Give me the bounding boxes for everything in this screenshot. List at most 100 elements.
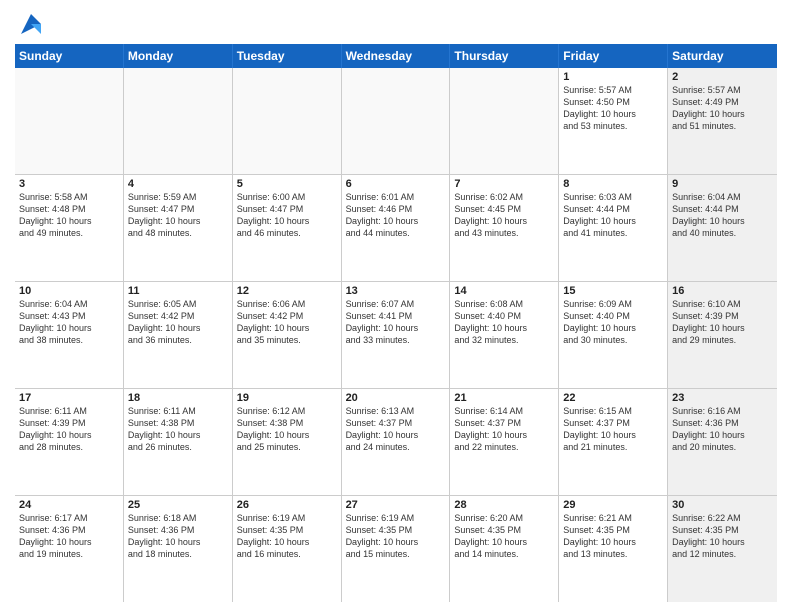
calendar-cell: 8Sunrise: 6:03 AM Sunset: 4:44 PM Daylig… — [559, 175, 668, 281]
day-info: Sunrise: 6:15 AM Sunset: 4:37 PM Dayligh… — [563, 405, 663, 454]
calendar-cell: 29Sunrise: 6:21 AM Sunset: 4:35 PM Dayli… — [559, 496, 668, 602]
day-info: Sunrise: 6:04 AM Sunset: 4:44 PM Dayligh… — [672, 191, 773, 240]
day-number: 22 — [563, 392, 663, 404]
logo — [15, 10, 45, 38]
day-number: 2 — [672, 71, 773, 83]
calendar-cell: 17Sunrise: 6:11 AM Sunset: 4:39 PM Dayli… — [15, 389, 124, 495]
day-number: 20 — [346, 392, 446, 404]
calendar-row: 1Sunrise: 5:57 AM Sunset: 4:50 PM Daylig… — [15, 68, 777, 175]
day-info: Sunrise: 6:11 AM Sunset: 4:39 PM Dayligh… — [19, 405, 119, 454]
calendar-body: 1Sunrise: 5:57 AM Sunset: 4:50 PM Daylig… — [15, 68, 777, 602]
day-info: Sunrise: 6:18 AM Sunset: 4:36 PM Dayligh… — [128, 512, 228, 561]
day-number: 14 — [454, 285, 554, 297]
day-info: Sunrise: 6:07 AM Sunset: 4:41 PM Dayligh… — [346, 298, 446, 347]
day-number: 13 — [346, 285, 446, 297]
day-number: 18 — [128, 392, 228, 404]
day-number: 26 — [237, 499, 337, 511]
day-number: 15 — [563, 285, 663, 297]
day-info: Sunrise: 6:10 AM Sunset: 4:39 PM Dayligh… — [672, 298, 773, 347]
calendar-cell: 3Sunrise: 5:58 AM Sunset: 4:48 PM Daylig… — [15, 175, 124, 281]
page: SundayMondayTuesdayWednesdayThursdayFrid… — [0, 0, 792, 612]
day-number: 5 — [237, 178, 337, 190]
calendar-cell: 15Sunrise: 6:09 AM Sunset: 4:40 PM Dayli… — [559, 282, 668, 388]
calendar-row: 17Sunrise: 6:11 AM Sunset: 4:39 PM Dayli… — [15, 389, 777, 496]
day-info: Sunrise: 5:57 AM Sunset: 4:49 PM Dayligh… — [672, 84, 773, 133]
calendar-cell: 28Sunrise: 6:20 AM Sunset: 4:35 PM Dayli… — [450, 496, 559, 602]
day-info: Sunrise: 6:19 AM Sunset: 4:35 PM Dayligh… — [346, 512, 446, 561]
header-cell-monday: Monday — [124, 44, 233, 68]
calendar-cell: 6Sunrise: 6:01 AM Sunset: 4:46 PM Daylig… — [342, 175, 451, 281]
day-info: Sunrise: 6:16 AM Sunset: 4:36 PM Dayligh… — [672, 405, 773, 454]
day-number: 30 — [672, 499, 773, 511]
calendar-cell: 21Sunrise: 6:14 AM Sunset: 4:37 PM Dayli… — [450, 389, 559, 495]
calendar-cell: 1Sunrise: 5:57 AM Sunset: 4:50 PM Daylig… — [559, 68, 668, 174]
calendar-cell: 5Sunrise: 6:00 AM Sunset: 4:47 PM Daylig… — [233, 175, 342, 281]
calendar-cell — [15, 68, 124, 174]
calendar-cell — [450, 68, 559, 174]
day-info: Sunrise: 6:02 AM Sunset: 4:45 PM Dayligh… — [454, 191, 554, 240]
logo-icon — [17, 10, 45, 38]
day-info: Sunrise: 6:22 AM Sunset: 4:35 PM Dayligh… — [672, 512, 773, 561]
day-number: 27 — [346, 499, 446, 511]
day-info: Sunrise: 6:20 AM Sunset: 4:35 PM Dayligh… — [454, 512, 554, 561]
calendar-cell: 25Sunrise: 6:18 AM Sunset: 4:36 PM Dayli… — [124, 496, 233, 602]
day-number: 11 — [128, 285, 228, 297]
calendar-cell: 11Sunrise: 6:05 AM Sunset: 4:42 PM Dayli… — [124, 282, 233, 388]
calendar-cell: 26Sunrise: 6:19 AM Sunset: 4:35 PM Dayli… — [233, 496, 342, 602]
calendar-cell: 10Sunrise: 6:04 AM Sunset: 4:43 PM Dayli… — [15, 282, 124, 388]
day-number: 25 — [128, 499, 228, 511]
calendar-cell — [233, 68, 342, 174]
day-number: 16 — [672, 285, 773, 297]
calendar-cell: 27Sunrise: 6:19 AM Sunset: 4:35 PM Dayli… — [342, 496, 451, 602]
day-number: 17 — [19, 392, 119, 404]
day-info: Sunrise: 6:01 AM Sunset: 4:46 PM Dayligh… — [346, 191, 446, 240]
day-info: Sunrise: 6:06 AM Sunset: 4:42 PM Dayligh… — [237, 298, 337, 347]
calendar-cell: 13Sunrise: 6:07 AM Sunset: 4:41 PM Dayli… — [342, 282, 451, 388]
day-number: 28 — [454, 499, 554, 511]
header-cell-thursday: Thursday — [450, 44, 559, 68]
calendar-cell: 9Sunrise: 6:04 AM Sunset: 4:44 PM Daylig… — [668, 175, 777, 281]
day-number: 1 — [563, 71, 663, 83]
day-number: 29 — [563, 499, 663, 511]
calendar-row: 3Sunrise: 5:58 AM Sunset: 4:48 PM Daylig… — [15, 175, 777, 282]
calendar-cell: 14Sunrise: 6:08 AM Sunset: 4:40 PM Dayli… — [450, 282, 559, 388]
day-number: 9 — [672, 178, 773, 190]
day-info: Sunrise: 6:05 AM Sunset: 4:42 PM Dayligh… — [128, 298, 228, 347]
day-number: 23 — [672, 392, 773, 404]
day-number: 19 — [237, 392, 337, 404]
calendar-row: 24Sunrise: 6:17 AM Sunset: 4:36 PM Dayli… — [15, 496, 777, 602]
calendar-cell: 12Sunrise: 6:06 AM Sunset: 4:42 PM Dayli… — [233, 282, 342, 388]
day-number: 3 — [19, 178, 119, 190]
calendar-cell: 20Sunrise: 6:13 AM Sunset: 4:37 PM Dayli… — [342, 389, 451, 495]
day-info: Sunrise: 5:59 AM Sunset: 4:47 PM Dayligh… — [128, 191, 228, 240]
calendar-cell: 4Sunrise: 5:59 AM Sunset: 4:47 PM Daylig… — [124, 175, 233, 281]
calendar-cell: 19Sunrise: 6:12 AM Sunset: 4:38 PM Dayli… — [233, 389, 342, 495]
calendar-cell: 24Sunrise: 6:17 AM Sunset: 4:36 PM Dayli… — [15, 496, 124, 602]
calendar-cell: 2Sunrise: 5:57 AM Sunset: 4:49 PM Daylig… — [668, 68, 777, 174]
day-info: Sunrise: 6:08 AM Sunset: 4:40 PM Dayligh… — [454, 298, 554, 347]
day-number: 8 — [563, 178, 663, 190]
day-info: Sunrise: 6:19 AM Sunset: 4:35 PM Dayligh… — [237, 512, 337, 561]
day-number: 12 — [237, 285, 337, 297]
day-info: Sunrise: 6:12 AM Sunset: 4:38 PM Dayligh… — [237, 405, 337, 454]
day-info: Sunrise: 6:21 AM Sunset: 4:35 PM Dayligh… — [563, 512, 663, 561]
calendar-cell: 16Sunrise: 6:10 AM Sunset: 4:39 PM Dayli… — [668, 282, 777, 388]
calendar-row: 10Sunrise: 6:04 AM Sunset: 4:43 PM Dayli… — [15, 282, 777, 389]
calendar-cell — [124, 68, 233, 174]
day-info: Sunrise: 6:00 AM Sunset: 4:47 PM Dayligh… — [237, 191, 337, 240]
header-cell-wednesday: Wednesday — [342, 44, 451, 68]
day-number: 10 — [19, 285, 119, 297]
calendar-header: SundayMondayTuesdayWednesdayThursdayFrid… — [15, 44, 777, 68]
day-info: Sunrise: 5:57 AM Sunset: 4:50 PM Dayligh… — [563, 84, 663, 133]
header-cell-saturday: Saturday — [668, 44, 777, 68]
day-number: 4 — [128, 178, 228, 190]
day-info: Sunrise: 6:09 AM Sunset: 4:40 PM Dayligh… — [563, 298, 663, 347]
calendar-cell: 7Sunrise: 6:02 AM Sunset: 4:45 PM Daylig… — [450, 175, 559, 281]
header-cell-friday: Friday — [559, 44, 668, 68]
day-info: Sunrise: 6:04 AM Sunset: 4:43 PM Dayligh… — [19, 298, 119, 347]
calendar: SundayMondayTuesdayWednesdayThursdayFrid… — [15, 44, 777, 602]
calendar-cell — [342, 68, 451, 174]
header-cell-tuesday: Tuesday — [233, 44, 342, 68]
calendar-cell: 30Sunrise: 6:22 AM Sunset: 4:35 PM Dayli… — [668, 496, 777, 602]
day-info: Sunrise: 5:58 AM Sunset: 4:48 PM Dayligh… — [19, 191, 119, 240]
